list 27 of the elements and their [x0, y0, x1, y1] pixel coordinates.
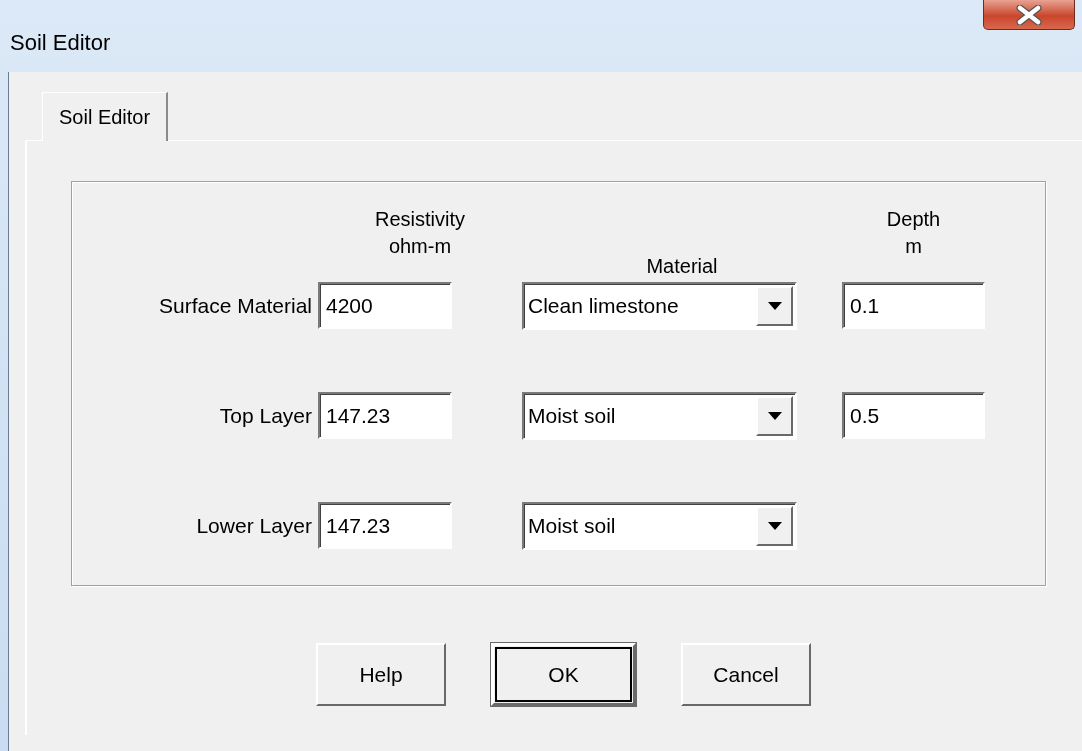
dialog-button[interactable]: OK	[491, 643, 636, 706]
depth-field[interactable]: 0.5	[842, 392, 985, 439]
dialog-button[interactable]: Cancel	[681, 643, 811, 706]
dropdown-button[interactable]	[756, 506, 793, 546]
depth-field[interactable]: 0.1	[842, 282, 985, 329]
caret-icon	[767, 412, 782, 420]
tab[interactable]: Soil Editor	[42, 92, 169, 141]
column-header: Depth m	[885, 207, 942, 259]
close-icon	[1016, 4, 1042, 25]
close-button[interactable]	[983, 0, 1075, 30]
material-dropdown[interactable]: Moist soil	[522, 502, 797, 550]
row-label: Surface Material	[158, 293, 313, 320]
caret-icon	[767, 522, 782, 530]
material-dropdown[interactable]: Moist soil	[522, 392, 797, 440]
row-label: Top Layer	[218, 403, 313, 430]
column-header: Material	[645, 254, 719, 279]
material-dropdown[interactable]: Clean limestone	[522, 282, 797, 330]
resistivity-field[interactable]: 4200	[318, 282, 452, 329]
caret-icon	[767, 302, 782, 310]
row-label: Lower Layer	[195, 513, 313, 540]
resistivity-field[interactable]: 147.23	[318, 392, 452, 439]
window-title: Soil Editor	[9, 29, 111, 57]
resistivity-field[interactable]: 147.23	[318, 502, 452, 549]
dropdown-button[interactable]	[756, 286, 793, 326]
dropdown-button[interactable]	[756, 396, 793, 436]
dialog-button[interactable]: Help	[316, 643, 446, 706]
column-header: Resistivity ohm-m	[374, 207, 466, 259]
